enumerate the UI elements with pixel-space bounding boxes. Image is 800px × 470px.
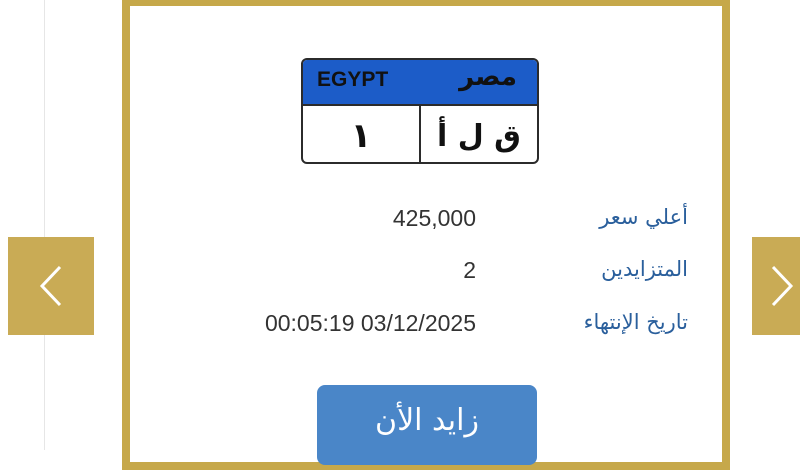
bidders-count: 2: [463, 257, 476, 283]
highest-price-row: أعلي سعر 425,000: [180, 205, 688, 245]
bid-now-button[interactable]: زايد الأن: [317, 385, 537, 465]
highest-price-label: أعلي سعر: [599, 205, 688, 229]
end-date-label: تاريخ الإنتهاء: [583, 310, 688, 334]
bidders-row: المتزايدين 2: [180, 257, 688, 297]
plate-header: EGYPT مصر: [303, 60, 537, 106]
end-date-row: تاريخ الإنتهاء 00:05:19 03/12/2025: [180, 310, 688, 350]
license-plate: EGYPT مصر ١ ق ل أ: [301, 58, 539, 164]
plate-letters: ق ل أ: [419, 106, 537, 162]
end-date-value: 00:05:19 03/12/2025: [264, 310, 476, 336]
plate-country-english: EGYPT: [317, 68, 389, 91]
plate-country-arabic: مصر: [459, 62, 517, 92]
chevron-right-icon: [767, 261, 797, 311]
plate-number: ١: [350, 116, 372, 156]
highest-price-value: 425,000: [392, 205, 476, 231]
carousel-prev-button[interactable]: [8, 237, 94, 335]
plate-body: ١ ق ل أ: [303, 106, 537, 162]
page-left-divider: [44, 0, 45, 450]
carousel-next-button[interactable]: [752, 237, 800, 335]
bidders-label: المتزايدين: [601, 257, 688, 281]
chevron-left-icon: [36, 261, 66, 311]
